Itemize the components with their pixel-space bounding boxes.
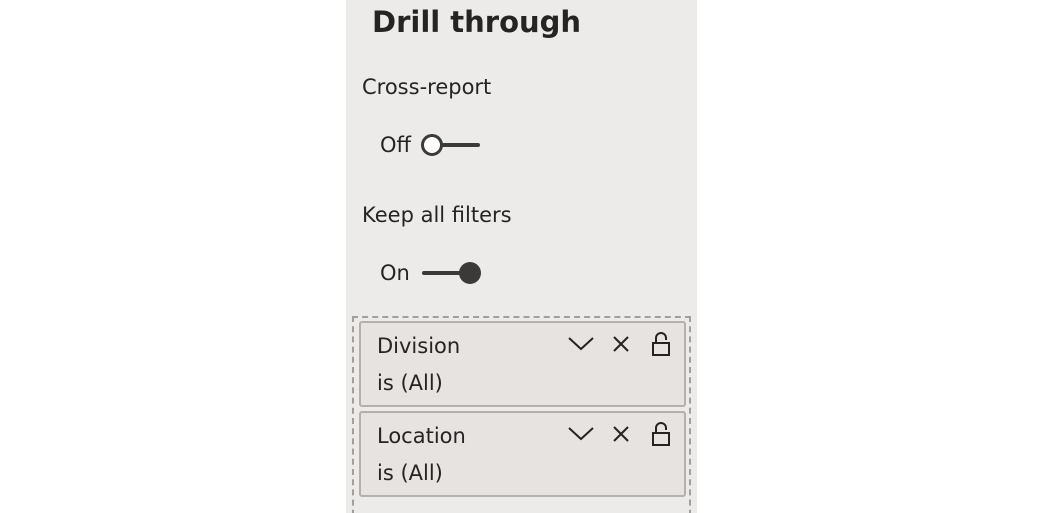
keep-all-filters-label: Keep all filters (362, 203, 512, 227)
toggle-knob (459, 262, 481, 284)
filter-field-name: Division (377, 334, 461, 358)
keep-all-filters-toggle[interactable] (420, 258, 482, 288)
keep-all-filters-state-text: On (380, 261, 410, 285)
chevron-down-icon[interactable] (568, 331, 594, 357)
drill-through-pane: Drill through Cross-report Off Keep all … (346, 0, 697, 513)
filter-card-location[interactable]: Location is (All) (359, 411, 686, 497)
keep-all-filters-toggle-row: On (380, 258, 482, 288)
filter-condition: is (All) (377, 461, 443, 485)
close-icon[interactable] (608, 331, 634, 357)
cross-report-toggle-row: Off (380, 130, 482, 160)
cross-report-label: Cross-report (362, 75, 492, 99)
drill-through-fields-well[interactable]: Division is (All) Location is (All) (352, 316, 691, 513)
filter-card-division[interactable]: Division is (All) (359, 321, 686, 407)
filter-field-name: Location (377, 424, 466, 448)
unlocked-padlock-icon[interactable] (648, 331, 674, 357)
close-icon[interactable] (608, 421, 634, 447)
chevron-down-icon[interactable] (568, 421, 594, 447)
cross-report-state-text: Off (380, 133, 411, 157)
toggle-knob (421, 134, 443, 156)
pane-title: Drill through (372, 5, 582, 39)
cross-report-toggle[interactable] (420, 130, 482, 160)
unlocked-padlock-icon[interactable] (648, 421, 674, 447)
filter-condition: is (All) (377, 371, 443, 395)
